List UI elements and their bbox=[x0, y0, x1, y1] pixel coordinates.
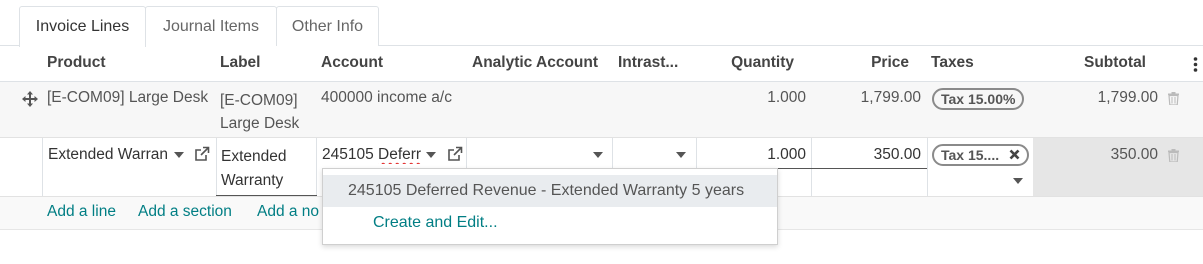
tab-invoice-lines[interactable]: Invoice Lines bbox=[19, 6, 146, 47]
label-line: Warranty bbox=[221, 172, 284, 189]
trash-icon[interactable] bbox=[1168, 149, 1179, 162]
create-and-edit-option[interactable]: Create and Edit... bbox=[373, 213, 498, 233]
add-line-link[interactable]: Add a line bbox=[47, 203, 116, 221]
label-line: Extended bbox=[221, 148, 287, 165]
chevron-down-icon[interactable] bbox=[174, 152, 184, 158]
quantity-cell[interactable]: 1.000 bbox=[700, 89, 806, 107]
subtotal-cell: 350.00 bbox=[1110, 146, 1158, 163]
chevron-down-icon[interactable] bbox=[593, 152, 603, 158]
product-input[interactable]: Extended Warran bbox=[48, 146, 168, 164]
tab-label: Journal Items bbox=[162, 17, 260, 35]
column-header-product[interactable]: Product bbox=[47, 46, 106, 82]
account-autocomplete-dropdown: 245105 Deferred Revenue - Extended Warra… bbox=[322, 168, 778, 245]
product-cell[interactable]: [E-COM09] Large Desk bbox=[47, 89, 208, 107]
column-header-account[interactable]: Account bbox=[321, 46, 383, 82]
subtotal-cell: 1,799.00 bbox=[1097, 89, 1158, 106]
drag-handle-icon[interactable] bbox=[22, 91, 38, 107]
tab-label: Invoice Lines bbox=[35, 18, 130, 35]
account-typed-text: Deferr bbox=[378, 146, 422, 163]
table-row[interactable]: [E-COM09] Large Desk [E-COM09] Large Des… bbox=[0, 82, 1203, 138]
trash-icon[interactable] bbox=[1168, 92, 1179, 105]
column-header-price[interactable]: Price bbox=[820, 46, 909, 82]
price-input-underline bbox=[811, 168, 927, 169]
tax-tag: Tax 15.... bbox=[932, 144, 1029, 166]
autocomplete-option[interactable]: 245105 Deferred Revenue - Extended Warra… bbox=[323, 175, 777, 207]
external-link-icon[interactable] bbox=[194, 146, 210, 162]
label-line: Large Desk bbox=[220, 115, 300, 132]
chevron-down-icon[interactable] bbox=[426, 152, 436, 158]
tab-other-info[interactable]: Other Info bbox=[276, 6, 379, 46]
label-textarea[interactable]: Extended Warranty bbox=[221, 145, 287, 193]
account-code: 245105 bbox=[322, 146, 379, 163]
account-input[interactable]: 245105 Deferr bbox=[322, 146, 425, 164]
external-link-icon[interactable] bbox=[447, 146, 463, 162]
add-note-link[interactable]: Add a no bbox=[257, 203, 319, 221]
tax-tag: Tax 15.00% bbox=[932, 88, 1025, 110]
remove-tag-icon[interactable] bbox=[1009, 149, 1020, 160]
price-input[interactable]: 350.00 bbox=[815, 146, 921, 164]
tab-label: Other Info bbox=[291, 17, 364, 35]
column-header-quantity[interactable]: Quantity bbox=[700, 46, 794, 82]
label-input-underline bbox=[216, 195, 317, 196]
add-section-link[interactable]: Add a section bbox=[138, 203, 232, 221]
notebook-tabs: Invoice Lines Journal Items Other Info bbox=[0, 0, 1203, 47]
price-cell[interactable]: 1,799.00 bbox=[820, 89, 921, 107]
table-header: Product Label Account Analytic Account I… bbox=[0, 46, 1203, 82]
column-options-icon[interactable] bbox=[1193, 57, 1198, 72]
label-line: [E-COM09] bbox=[220, 92, 298, 109]
tab-journal-items[interactable]: Journal Items bbox=[145, 6, 277, 46]
chevron-down-icon[interactable] bbox=[676, 152, 686, 158]
column-header-subtotal[interactable]: Subtotal bbox=[1050, 46, 1146, 82]
tax-tag-label: Tax 15.... bbox=[941, 147, 1000, 163]
column-header-intrastat[interactable]: Intrast... bbox=[618, 46, 678, 82]
account-cell[interactable]: 400000 income a/c bbox=[321, 89, 452, 107]
label-cell[interactable]: [E-COM09] Large Desk bbox=[220, 89, 299, 135]
column-header-analytic-account[interactable]: Analytic Account bbox=[472, 46, 598, 82]
chevron-down-icon[interactable] bbox=[1013, 178, 1023, 184]
quantity-input[interactable]: 1.000 bbox=[700, 146, 806, 164]
column-header-label[interactable]: Label bbox=[220, 46, 260, 82]
column-header-taxes[interactable]: Taxes bbox=[931, 46, 974, 82]
tax-tag-label: Tax 15.00% bbox=[941, 91, 1016, 107]
